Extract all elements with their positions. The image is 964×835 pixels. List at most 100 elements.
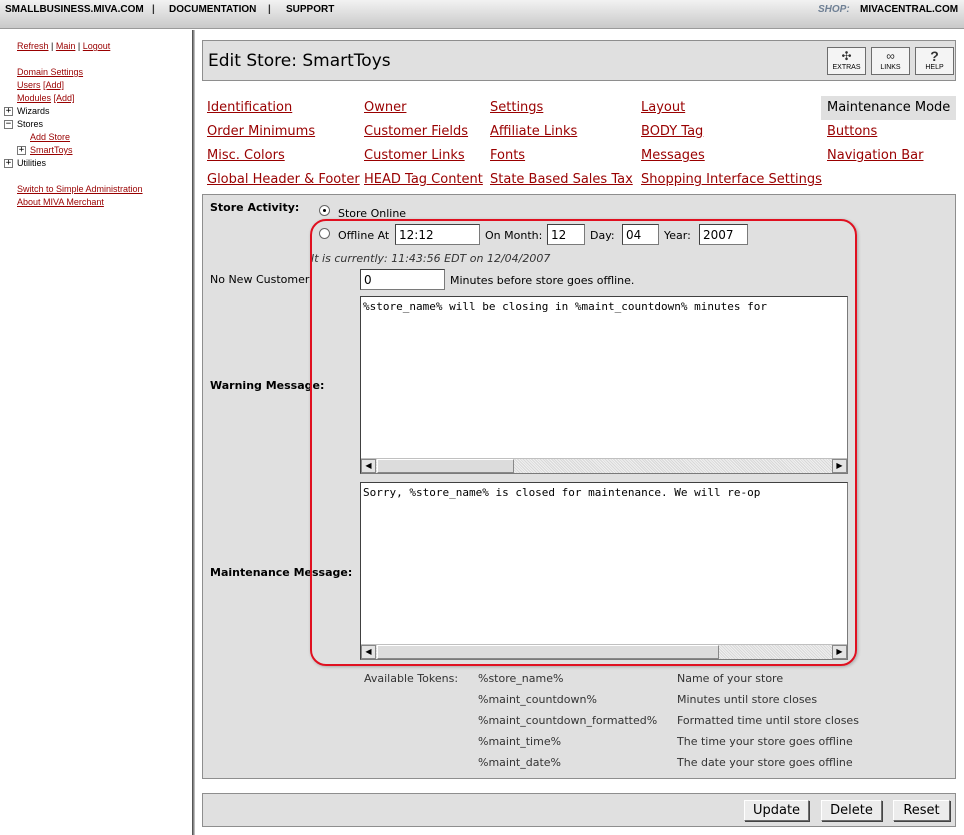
tab-grid: Identification Owner Settings Layout Mai… xyxy=(202,96,956,192)
top-bar: SMALLBUSINESS.MIVA.COM | DOCUMENTATION |… xyxy=(0,0,964,29)
expand-icon[interactable]: + xyxy=(4,107,13,116)
chain-link-icon: ∞ xyxy=(886,49,895,63)
month-input[interactable] xyxy=(547,224,585,245)
delete-button[interactable]: Delete xyxy=(821,800,882,821)
scroll-thumb[interactable] xyxy=(377,459,514,473)
offline-at-radio[interactable] xyxy=(319,228,330,239)
warning-message-text: %store_name% will be closing in %maint_c… xyxy=(363,300,767,313)
no-new-customer-input[interactable] xyxy=(360,269,445,290)
separator: | xyxy=(152,4,155,15)
offline-at-label: Offline At xyxy=(338,229,390,242)
token-name: %maint_time% xyxy=(478,735,562,748)
add-store-link[interactable]: Add Store xyxy=(30,132,70,142)
domain-settings-link[interactable]: Domain Settings xyxy=(17,67,83,77)
modules-link[interactable]: Modules xyxy=(17,93,51,103)
store-online-label: Store Online xyxy=(338,207,407,220)
form-footer: Update Delete Reset xyxy=(202,793,956,827)
scroll-left-icon[interactable]: ◀ xyxy=(361,645,376,659)
stores-label[interactable]: Stores xyxy=(17,119,43,129)
store-online-radio[interactable] xyxy=(319,205,330,216)
scroll-right-icon[interactable]: ▶ xyxy=(832,459,847,473)
token-name: %maint_countdown% xyxy=(478,693,597,706)
tab-maintenance-mode[interactable]: Maintenance Mode xyxy=(827,100,950,115)
day-input[interactable] xyxy=(622,224,659,245)
tab-shopping-interface-settings[interactable]: Shopping Interface Settings xyxy=(641,172,822,187)
token-name: %store_name% xyxy=(478,672,564,685)
extras-label: EXTRAS xyxy=(832,64,861,71)
tab-body-tag[interactable]: BODY Tag xyxy=(641,124,703,139)
main-link[interactable]: Main xyxy=(56,41,76,51)
tab-buttons[interactable]: Buttons xyxy=(827,124,877,139)
tab-customer-fields[interactable]: Customer Fields xyxy=(364,124,468,139)
no-new-customer-label: No New Customer: xyxy=(210,273,313,286)
token-desc: Minutes until store closes xyxy=(677,693,818,706)
collapse-icon[interactable]: − xyxy=(4,120,13,129)
smallbusiness-link[interactable]: SMALLBUSINESS.MIVA.COM xyxy=(5,4,144,15)
tab-state-based-sales-tax[interactable]: State Based Sales Tax xyxy=(490,172,633,187)
year-input[interactable] xyxy=(699,224,748,245)
maintenance-message-label: Maintenance Message: xyxy=(210,566,353,579)
maintenance-message-textarea[interactable]: Sorry, %store_name% is closed for mainte… xyxy=(360,482,848,660)
wizards-label[interactable]: Wizards xyxy=(17,106,50,116)
support-link[interactable]: SUPPORT xyxy=(286,4,334,15)
reset-button[interactable]: Reset xyxy=(893,800,950,821)
help-label: HELP xyxy=(925,64,944,71)
token-desc: Formatted time until store closes xyxy=(677,714,859,727)
refresh-link[interactable]: Refresh xyxy=(17,41,49,51)
token-desc: The date your store goes offline xyxy=(677,756,853,769)
switch-simple-link[interactable]: Switch to Simple Administration xyxy=(17,184,143,194)
help-button[interactable]: ? HELP xyxy=(915,47,954,75)
page-title: Edit Store: SmartToys xyxy=(208,51,391,71)
scroll-thumb[interactable] xyxy=(377,645,719,659)
expand-icon[interactable]: + xyxy=(17,146,26,155)
smarttoys-link[interactable]: SmartToys xyxy=(30,145,73,155)
offline-time-input[interactable] xyxy=(395,224,480,245)
page-header: Edit Store: SmartToys ✣ EXTRAS ∞ LINKS ?… xyxy=(202,40,956,81)
utilities-label[interactable]: Utilities xyxy=(17,158,46,168)
links-label: LINKS xyxy=(880,64,901,71)
minutes-label: Minutes before store goes offline. xyxy=(450,274,635,287)
warning-message-label: Warning Message: xyxy=(210,379,325,392)
store-activity-label: Store Activity: xyxy=(210,201,300,214)
pipe: | xyxy=(77,41,81,51)
day-label: Day: xyxy=(590,229,615,242)
pipe: | xyxy=(51,41,54,51)
extras-button[interactable]: ✣ EXTRAS xyxy=(827,47,866,75)
tab-customer-links[interactable]: Customer Links xyxy=(364,148,465,163)
token-desc: Name of your store xyxy=(677,672,784,685)
tab-navigation-bar[interactable]: Navigation Bar xyxy=(827,148,923,163)
puzzle-icon: ✣ xyxy=(841,49,852,63)
users-link[interactable]: Users xyxy=(17,80,41,90)
about-link[interactable]: About MIVA Merchant xyxy=(17,197,104,207)
horizontal-scrollbar[interactable]: ◀ ▶ xyxy=(361,458,847,473)
tab-settings[interactable]: Settings xyxy=(490,100,543,115)
tab-fonts[interactable]: Fonts xyxy=(490,148,525,163)
left-nav xyxy=(0,30,192,835)
update-button[interactable]: Update xyxy=(744,800,809,821)
expand-icon[interactable]: + xyxy=(4,159,13,168)
scroll-left-icon[interactable]: ◀ xyxy=(361,459,376,473)
documentation-link[interactable]: DOCUMENTATION xyxy=(169,4,256,15)
separator: | xyxy=(268,4,271,15)
shop-label: SHOP: xyxy=(818,4,850,15)
tab-misc-colors[interactable]: Misc. Colors xyxy=(207,148,285,163)
tab-affiliate-links[interactable]: Affiliate Links xyxy=(490,124,577,139)
logout-link[interactable]: Logout xyxy=(83,41,111,51)
tab-identification[interactable]: Identification xyxy=(207,100,292,115)
users-add-link[interactable]: [Add] xyxy=(43,80,64,90)
token-desc: The time your store goes offline xyxy=(677,735,853,748)
tab-order-minimums[interactable]: Order Minimums xyxy=(207,124,315,139)
scroll-right-icon[interactable]: ▶ xyxy=(832,645,847,659)
tab-messages[interactable]: Messages xyxy=(641,148,705,163)
tab-global-header-footer[interactable]: Global Header & Footer xyxy=(207,172,360,187)
tab-layout[interactable]: Layout xyxy=(641,100,685,115)
mivacentral-link[interactable]: MIVACENTRAL.COM xyxy=(860,4,958,15)
tab-head-tag-content[interactable]: HEAD Tag Content xyxy=(364,172,483,187)
current-time-text: It is currently: 11:43:56 EDT on 12/04/2… xyxy=(311,252,551,265)
tab-owner[interactable]: Owner xyxy=(364,100,406,115)
links-button[interactable]: ∞ LINKS xyxy=(871,47,910,75)
modules-add-link[interactable]: [Add] xyxy=(54,93,75,103)
token-name: %maint_date% xyxy=(478,756,562,769)
horizontal-scrollbar[interactable]: ◀ ▶ xyxy=(361,644,847,659)
warning-message-textarea[interactable]: %store_name% will be closing in %maint_c… xyxy=(360,296,848,474)
